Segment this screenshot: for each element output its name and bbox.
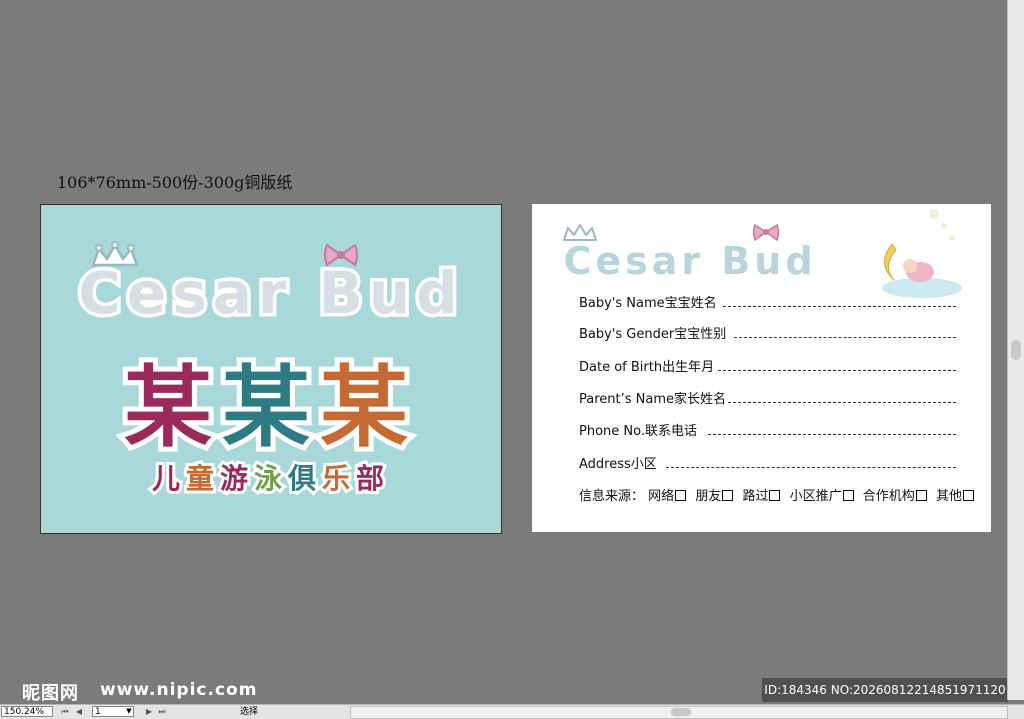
first-page-icon[interactable]: ⏮: [60, 706, 70, 717]
document-title: 106*76mm-500份-300g铜版纸: [57, 173, 293, 192]
page-dropdown-icon[interactable]: ▼: [124, 706, 134, 717]
source-option-friend: 朋友: [695, 489, 722, 504]
field-address-label: Address小区: [579, 457, 657, 472]
info-source-row: 信息来源： 网络 朋友 路过 小区推广 合作机构 其他: [579, 485, 979, 504]
next-page-icon[interactable]: ▶: [144, 706, 154, 717]
watermark-site: www.nipic.com: [100, 680, 258, 700]
status-bar: 150.24% ⏮ ◀ 1 ▼ ▶ ⏭ 选择: [0, 704, 1024, 719]
horizontal-scrollbar[interactable]: [350, 706, 1008, 719]
subtitle-char: 童: [183, 459, 220, 498]
field-parent-name-input[interactable]: [728, 402, 956, 403]
back-brand-text: Cesar Bud: [563, 239, 816, 282]
last-page-icon[interactable]: ⏭: [157, 706, 167, 717]
horizontal-scroll-thumb[interactable]: [671, 708, 691, 716]
name-char-1: 某: [119, 351, 222, 464]
card-back[interactable]: Cesar Bud Baby's Name宝宝姓名 Baby's Gender宝…: [532, 204, 991, 532]
field-phone-label: Phone No.联系电话: [579, 424, 697, 439]
source-checkbox-passing[interactable]: [769, 490, 781, 501]
sleeping-baby-moon-icon: [882, 209, 962, 298]
source-option-other: 其他: [935, 489, 962, 504]
field-baby-gender-label: Baby's Gender宝宝性别: [579, 327, 727, 342]
watermark-id-badge: ID:184346 NO:20260812214851971120: [762, 678, 1008, 702]
subtitle-char: 儿: [149, 459, 186, 498]
source-option-network: 网络: [648, 489, 675, 504]
front-brand-text: Cesar Bud: [78, 259, 463, 325]
field-phone-input[interactable]: [708, 434, 956, 435]
source-checkbox-community[interactable]: [842, 490, 854, 501]
source-option-community: 小区推广: [789, 489, 842, 504]
source-checkbox-partner[interactable]: [915, 490, 927, 501]
subtitle-char: 游: [217, 459, 254, 498]
field-baby-name-input[interactable]: [723, 306, 956, 307]
bow-icon: [752, 223, 780, 242]
vertical-scrollbar[interactable]: [1007, 0, 1024, 700]
card-front[interactable]: Cesar Bud 某某某 儿童游泳俱乐部: [40, 204, 502, 534]
status-text: 选择: [240, 707, 259, 717]
field-baby-gender-input[interactable]: [734, 337, 956, 338]
subtitle-char: 部: [353, 459, 391, 498]
source-checkbox-network[interactable]: [675, 490, 687, 501]
prev-page-icon[interactable]: ◀: [74, 706, 84, 717]
front-subtitle: 儿童游泳俱乐部: [41, 457, 501, 498]
back-brand-logo: Cesar Bud: [562, 223, 816, 282]
source-option-partner: 合作机构: [862, 489, 915, 504]
zoom-input[interactable]: 150.24%: [1, 706, 53, 717]
field-address-input[interactable]: [666, 467, 956, 468]
subtitle-char: 泳: [251, 459, 288, 498]
subtitle-char: 俱: [285, 459, 323, 498]
name-char-3: 某: [315, 351, 419, 464]
vertical-scroll-thumb[interactable]: [1011, 340, 1021, 360]
field-dob-label: Date of Birth出生年月: [579, 360, 715, 375]
watermark-logo: 昵图网: [22, 683, 79, 704]
source-checkbox-other[interactable]: [962, 490, 974, 501]
field-parent-name-label: Parent’s Name家长姓名: [579, 392, 727, 407]
field-baby-name-label: Baby's Name宝宝姓名: [579, 296, 717, 311]
crown-icon: [563, 224, 597, 241]
source-checkbox-friend[interactable]: [722, 490, 734, 501]
document-canvas: 106*76mm-500份-300g铜版纸 Cesar Bud 某某某 儿童游泳…: [0, 0, 1008, 704]
subtitle-char: 乐: [319, 459, 357, 498]
name-char-2: 某: [217, 351, 320, 464]
front-brand-logo: Cesar Bud: [75, 241, 463, 325]
front-name: 某某某: [41, 337, 501, 464]
source-option-passing: 路过: [742, 489, 769, 504]
info-source-label: 信息来源：: [579, 489, 645, 504]
field-dob-input[interactable]: [718, 370, 956, 371]
